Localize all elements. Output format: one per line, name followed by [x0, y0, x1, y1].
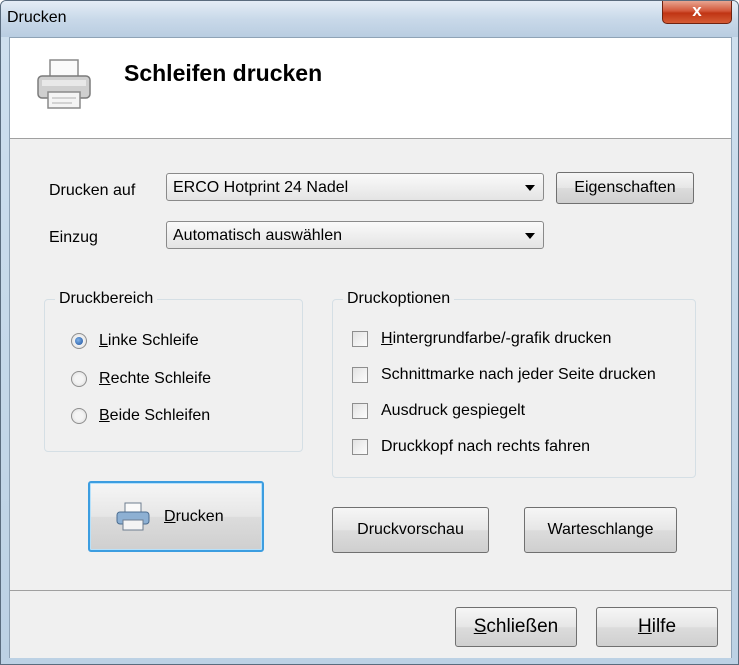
checkbox-cut-mark-label[interactable]: Schnittmarke nach jeder Seite drucken	[381, 366, 656, 384]
title-bar[interactable]: Drucken x	[1, 1, 738, 37]
print-preview-button[interactable]: Druckvorschau	[332, 507, 489, 553]
close-button-label: Schließen	[473, 616, 559, 637]
chevron-down-icon	[525, 233, 535, 239]
print-options-title: Druckoptionen	[343, 290, 455, 308]
radio-both-loops[interactable]	[71, 408, 87, 424]
dialog-client-area: Schleifen drucken Drucken auf ERCO Hotpr…	[9, 37, 732, 658]
window-title: Drucken	[7, 9, 67, 26]
checkbox-mirrored[interactable]	[352, 403, 368, 419]
properties-button[interactable]: Eigenschaften	[556, 172, 694, 204]
close-button[interactable]: Schließen	[455, 607, 577, 647]
print-on-label: Drucken auf	[49, 182, 136, 199]
printer-icon	[37, 59, 91, 109]
help-button-label: Hilfe	[637, 616, 677, 637]
printer-icon	[116, 502, 150, 531]
page-title: Schleifen drucken	[124, 60, 323, 86]
checkbox-mirrored-label[interactable]: Ausdruck gespiegelt	[381, 402, 525, 420]
print-queue-label: Warteschlange	[547, 521, 654, 538]
checkbox-background[interactable]	[352, 331, 368, 347]
dialog-header: Schleifen drucken	[10, 38, 731, 139]
radio-right-loop[interactable]	[71, 371, 87, 387]
checkbox-background-label[interactable]: Hintergrundfarbe/-grafik drucken	[381, 330, 611, 348]
radio-left-loop-label[interactable]: Linke Schleife	[99, 332, 199, 350]
checkbox-printhead-right[interactable]	[352, 439, 368, 455]
feed-select[interactable]: Automatisch auswählen	[166, 221, 544, 249]
print-queue-button[interactable]: Warteschlange	[524, 507, 677, 553]
checkbox-printhead-right-label[interactable]: Druckkopf nach rechts fahren	[381, 438, 590, 456]
print-dialog-window: Drucken x Schleifen drucken Drucken auf …	[0, 0, 739, 665]
printer-select[interactable]: ERCO Hotprint 24 Nadel	[166, 173, 544, 201]
properties-button-label: Eigenschaften	[574, 179, 676, 196]
print-button-label: Drucken	[164, 508, 224, 525]
dialog-footer: Schließen Hilfe	[10, 590, 731, 658]
help-button[interactable]: Hilfe	[596, 607, 718, 647]
feed-select-value: Automatisch auswählen	[173, 227, 342, 244]
radio-both-loops-label[interactable]: Beide Schleifen	[99, 407, 210, 425]
radio-right-loop-label[interactable]: Rechte Schleife	[99, 370, 211, 388]
print-button[interactable]: Drucken	[88, 481, 264, 552]
printer-select-value: ERCO Hotprint 24 Nadel	[173, 179, 349, 196]
chevron-down-icon	[525, 185, 535, 191]
feed-label: Einzug	[49, 229, 98, 246]
close-window-button[interactable]: x	[662, 1, 732, 24]
radio-left-loop[interactable]	[71, 333, 87, 349]
checkbox-cut-mark[interactable]	[352, 367, 368, 383]
print-range-title: Druckbereich	[55, 290, 158, 308]
print-preview-label: Druckvorschau	[357, 521, 464, 538]
close-icon: x	[692, 1, 702, 20]
